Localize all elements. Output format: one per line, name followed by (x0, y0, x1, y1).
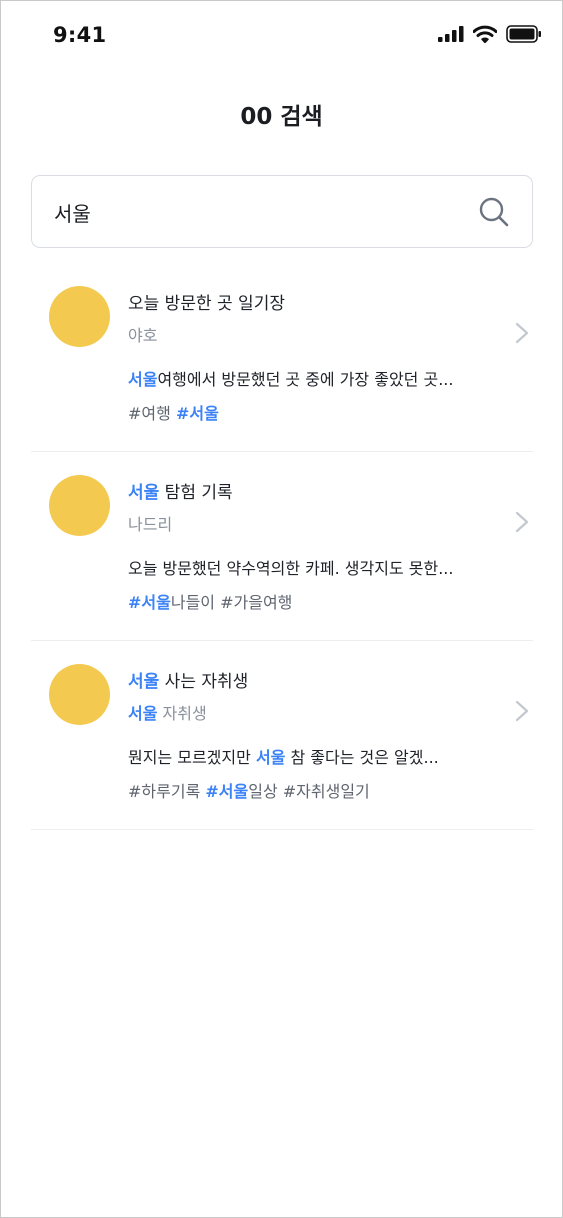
result-title: 서울 사는 자취생 (128, 672, 249, 692)
chevron-right-icon[interactable] (513, 321, 531, 345)
result-excerpt: 오늘 방문했던 약수역의한 카페. 생각지도 못한... (128, 559, 454, 578)
search-match-highlight: #서울 (205, 782, 249, 801)
signal-icon (438, 26, 464, 42)
result-author: 서울 자취생 (128, 704, 207, 723)
avatar (49, 664, 110, 725)
avatar (49, 286, 110, 347)
chevron-right-icon[interactable] (513, 510, 531, 534)
result-item[interactable]: 서울 사는 자취생 서울 자취생 뭔지는 모르겠지만 서울 참 좋다는 것은 알… (31, 641, 533, 830)
search-match-highlight: 서울 (128, 704, 158, 723)
search-match-highlight: #서울 (175, 404, 219, 423)
result-title: 서울 탐험 기록 (128, 483, 233, 503)
result-author: 나드리 (128, 515, 173, 534)
status-bar: 9:41 (1, 1, 562, 71)
result-tags: #여행 #서울 (128, 404, 219, 423)
result-excerpt: 서울여행에서 방문했던 곳 중에 가장 좋았던 곳... (128, 370, 454, 389)
search-match-highlight: 서울 (255, 748, 286, 767)
status-icons (438, 25, 542, 43)
search-icon[interactable] (478, 196, 510, 228)
search-box[interactable] (31, 175, 533, 248)
result-excerpt: 뭔지는 모르겠지만 서울 참 좋다는 것은 알겠... (128, 748, 439, 767)
result-author: 야호 (128, 326, 158, 345)
result-list: 오늘 방문한 곳 일기장 야호 서울여행에서 방문했던 곳 중에 가장 좋았던 … (31, 263, 533, 830)
battery-icon (506, 25, 541, 43)
result-tags: #하루기록 #서울일상 #자취생일기 (128, 782, 370, 801)
search-match-highlight: 서울 (128, 483, 160, 503)
avatar (49, 475, 110, 536)
result-item[interactable]: 서울 탐험 기록 나드리 오늘 방문했던 약수역의한 카페. 생각지도 못한..… (31, 452, 533, 641)
page-title: 00 검색 (240, 104, 323, 130)
result-title: 오늘 방문한 곳 일기장 (128, 294, 285, 314)
status-time: 9:41 (53, 23, 107, 47)
wifi-icon (473, 25, 497, 43)
search-match-highlight: #서울 (128, 593, 171, 612)
phone-screen: 9:41 00 검색 서울 오늘 방문한 곳 일기장 야호 서울여행에서 방문했… (0, 0, 563, 1218)
search-match-highlight: 서울 (128, 370, 158, 389)
search-match-highlight: 서울 (128, 672, 160, 692)
chevron-right-icon[interactable] (513, 699, 531, 723)
search-input[interactable] (54, 190, 474, 234)
result-item[interactable]: 오늘 방문한 곳 일기장 야호 서울여행에서 방문했던 곳 중에 가장 좋았던 … (31, 263, 533, 452)
result-tags: #서울나들이 #가을여행 (128, 593, 293, 612)
